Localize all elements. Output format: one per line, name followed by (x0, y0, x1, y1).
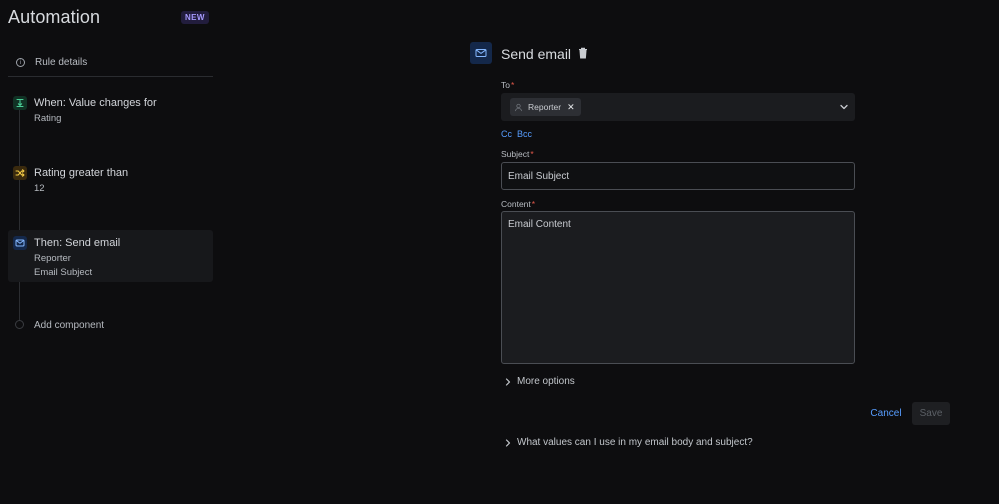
bcc-link[interactable]: Bcc (517, 129, 532, 139)
chevron-right-icon (505, 377, 511, 386)
to-label-text: To (501, 80, 510, 90)
cc-link[interactable]: Cc (501, 129, 512, 139)
step-title: Then: Send email (34, 237, 121, 249)
app-title: Automation (8, 7, 101, 27)
step-title: Rating greater than (34, 167, 129, 179)
remove-recipient-icon[interactable]: ✕ (567, 102, 575, 113)
shuffle-icon (13, 166, 27, 180)
panel-title: Send email (501, 46, 572, 62)
more-options-toggle[interactable]: More options (505, 376, 575, 387)
step-condition[interactable]: Rating greater than 12 (8, 160, 213, 204)
mail-icon (475, 49, 487, 57)
help-values-label: What values can I use in my email body a… (517, 437, 753, 448)
cancel-button[interactable]: Cancel (868, 403, 904, 424)
to-label: To* (501, 80, 514, 90)
recipient-chip: Reporter ✕ (510, 98, 581, 116)
to-select[interactable]: Reporter ✕ (501, 93, 855, 121)
rule-details-item[interactable]: i Rule details (8, 49, 213, 77)
help-values-toggle[interactable]: What values can I use in my email body a… (505, 437, 753, 448)
step-detail: 12 (34, 183, 45, 194)
content-label-text: Content (501, 199, 531, 209)
mail-icon (13, 236, 27, 250)
required-mark: * (530, 149, 534, 159)
new-badge: NEW (181, 11, 209, 24)
step-action[interactable]: Then: Send email Reporter Email Subject (8, 230, 213, 282)
step-trigger[interactable]: When: Value changes for Rating (8, 90, 213, 134)
step-detail: Rating (34, 113, 62, 124)
subject-label: Subject* (501, 149, 534, 159)
chevron-right-icon (505, 438, 511, 447)
panel-mail-icon (470, 42, 492, 64)
more-options-label: More options (517, 376, 575, 387)
subject-label-text: Subject (501, 149, 530, 159)
chevron-down-icon[interactable] (839, 102, 849, 112)
content-label: Content* (501, 199, 535, 209)
required-mark: * (510, 80, 515, 90)
content-textarea[interactable]: Email Content (501, 211, 855, 364)
add-component-dot (15, 320, 24, 329)
person-icon (514, 103, 523, 111)
rule-details-label: Rule details (35, 57, 88, 68)
subject-input[interactable] (501, 162, 855, 190)
required-mark: * (531, 199, 536, 209)
step-detail: Reporter (34, 253, 71, 264)
step-detail: Email Subject (34, 267, 93, 278)
trash-icon[interactable] (578, 47, 588, 59)
add-component-link[interactable]: Add component (34, 320, 104, 331)
trigger-icon (13, 96, 27, 110)
recipient-chip-label: Reporter (528, 102, 562, 112)
timeline-line (19, 110, 20, 322)
info-icon: i (16, 58, 25, 67)
save-button[interactable]: Save (912, 402, 950, 425)
step-title: When: Value changes for (34, 97, 157, 109)
